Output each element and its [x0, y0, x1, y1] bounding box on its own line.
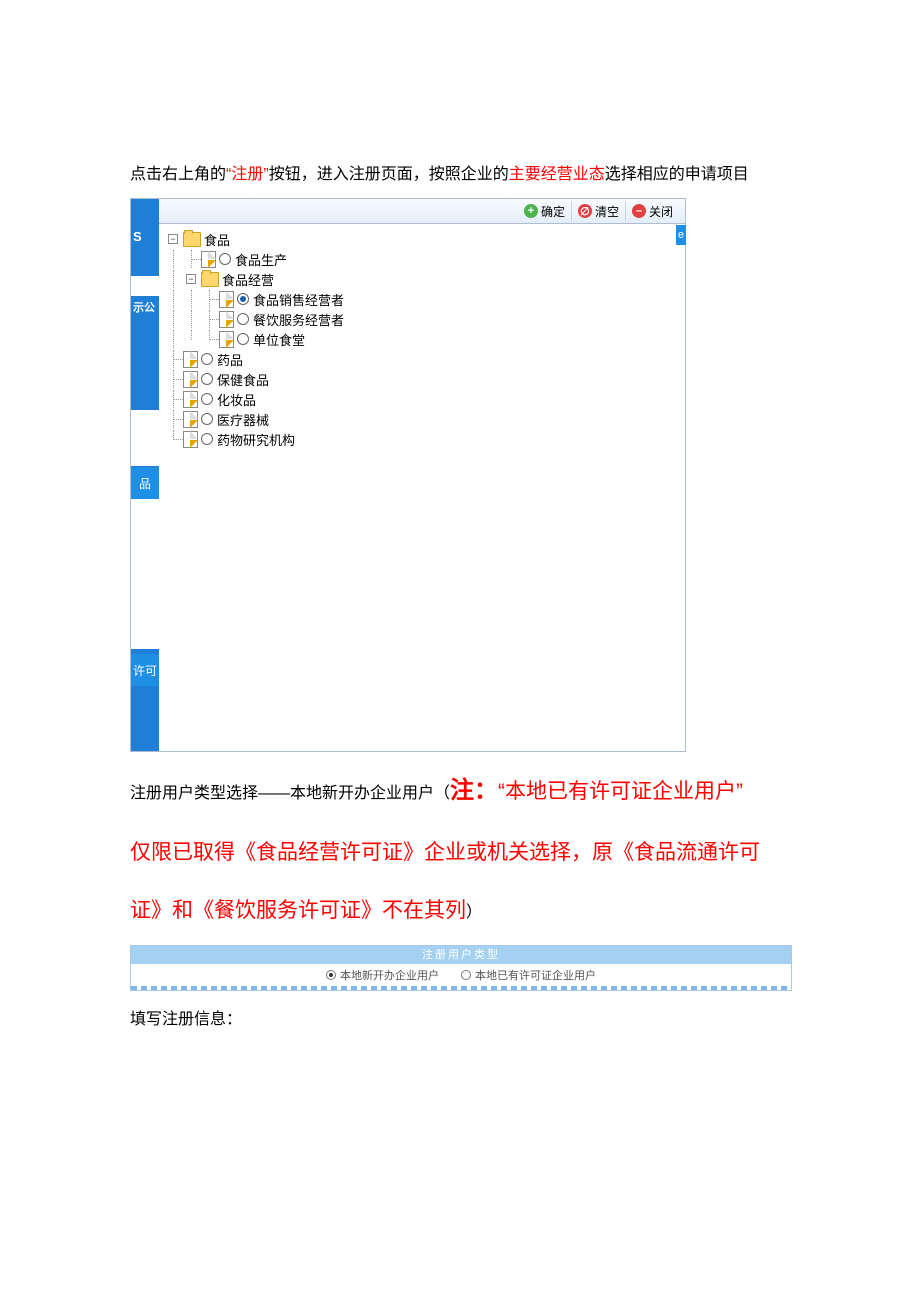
confirm-button[interactable]: + 确定: [518, 201, 571, 221]
clear-button[interactable]: ∅ 清空: [571, 201, 625, 221]
radio-icon[interactable]: [237, 293, 249, 305]
p1-register-quote: “注册”: [226, 166, 269, 183]
p2-line2: 仅限已取得《食品经营许可证》企业或机关选择，原《食品流通许可: [130, 841, 760, 864]
radio-icon[interactable]: [237, 313, 249, 325]
page-icon: [219, 331, 234, 348]
page-icon: [183, 351, 198, 368]
user-type-header: 注册用户类型: [131, 946, 791, 964]
plus-icon: +: [524, 204, 538, 218]
tree-node-food-production[interactable]: 食品生产: [165, 249, 679, 269]
p1-post: 选择相应的申请项目: [605, 166, 749, 183]
category-tree: − 食品 食品生产 − 食品经营: [165, 229, 679, 745]
tree-node-cosmetics[interactable]: 化妆品: [165, 389, 679, 409]
left-frag-ke: 许可: [131, 654, 159, 686]
dialog-toolbar: + 确定 ∅ 清空 – 关闭: [159, 199, 685, 224]
tree-node-health-food[interactable]: 保健食品: [165, 369, 679, 389]
folder-icon: [201, 272, 219, 287]
p2-pre: 注册用户类型选择——本地新开办企业用户（: [130, 785, 450, 802]
tree-node-food[interactable]: − 食品: [165, 229, 679, 249]
paragraph-3: 填写注册信息：: [130, 1005, 790, 1035]
paragraph-2c: 证》和《餐饮服务许可证》不在其列）: [130, 886, 790, 936]
user-type-opt2-label: 本地已有许可证企业用户: [475, 967, 596, 983]
dialog-left-background: S 示公 品 许可: [131, 199, 159, 751]
page-icon: [183, 431, 198, 448]
radio-icon[interactable]: [201, 373, 213, 385]
page-icon: [219, 291, 234, 308]
close-label: 关闭: [649, 203, 673, 220]
p1-key: 主要经营业态: [509, 166, 605, 183]
page-icon: [183, 411, 198, 428]
left-frag-s: S: [133, 229, 142, 244]
radio-icon[interactable]: [201, 433, 213, 445]
p3-text: 填写注册信息：: [130, 1011, 242, 1028]
p2-line1: “本地已有许可证企业用户”: [498, 780, 743, 803]
user-type-option-new[interactable]: 本地新开办企业用户: [326, 967, 439, 983]
tree-node-canteen[interactable]: 单位食堂: [165, 329, 679, 349]
radio-icon[interactable]: [219, 253, 231, 265]
minus-icon: –: [632, 204, 646, 218]
radio-icon[interactable]: [237, 333, 249, 345]
close-button[interactable]: – 关闭: [625, 201, 679, 221]
user-type-body: 本地新开办企业用户 本地已有许可证企业用户: [131, 964, 791, 986]
p2-line3: 证》和《餐饮服务许可证》不在其列: [130, 899, 466, 922]
radio-icon[interactable]: [201, 353, 213, 365]
tree-node-drug-research[interactable]: 药物研究机构: [165, 429, 679, 449]
p2-note-label: 注：: [450, 777, 498, 804]
p2-post: ）: [466, 904, 482, 921]
folder-icon: [183, 232, 201, 247]
category-tree-dialog: S 示公 品 许可 + 确定 ∅ 清空 – 关闭 e: [130, 198, 686, 752]
left-frag-gong: 示公: [133, 299, 155, 315]
p1-mid: 按钮，进入注册页面，按照企业的: [269, 166, 509, 183]
paragraph-2b: 仅限已取得《食品经营许可证》企业或机关选择，原《食品流通许可: [130, 828, 790, 878]
confirm-label: 确定: [541, 203, 565, 220]
radio-icon[interactable]: [201, 393, 213, 405]
page-icon: [183, 391, 198, 408]
radio-icon: [326, 970, 336, 980]
p1-pre: 点击右上角的: [130, 166, 226, 183]
paragraph-2: 注册用户类型选择——本地新开办企业用户（注：“本地已有许可证企业用户”: [130, 762, 790, 820]
page-icon: [183, 371, 198, 388]
page-icon: [219, 311, 234, 328]
left-frag-pin: 品: [131, 467, 159, 499]
page-icon: [201, 251, 216, 268]
user-type-panel: 注册用户类型 本地新开办企业用户 本地已有许可证企业用户: [130, 945, 792, 991]
tree-node-food-sales-operator[interactable]: 食品销售经营者: [165, 289, 679, 309]
user-type-opt1-label: 本地新开办企业用户: [340, 967, 439, 983]
radio-icon[interactable]: [201, 413, 213, 425]
tree-node-catering-operator[interactable]: 餐饮服务经营者: [165, 309, 679, 329]
user-type-decor: [131, 986, 791, 990]
radio-icon: [461, 970, 471, 980]
tree-node-medical-device[interactable]: 医疗器械: [165, 409, 679, 429]
slash-icon: ∅: [578, 204, 592, 218]
paragraph-1: 点击右上角的“注册”按钮，进入注册页面，按照企业的主要经营业态选择相应的申请项目: [130, 160, 790, 190]
tree-node-drug[interactable]: 药品: [165, 349, 679, 369]
clear-label: 清空: [595, 203, 619, 220]
user-type-option-existing[interactable]: 本地已有许可证企业用户: [461, 967, 596, 983]
tree-node-food-business[interactable]: − 食品经营: [165, 269, 679, 289]
